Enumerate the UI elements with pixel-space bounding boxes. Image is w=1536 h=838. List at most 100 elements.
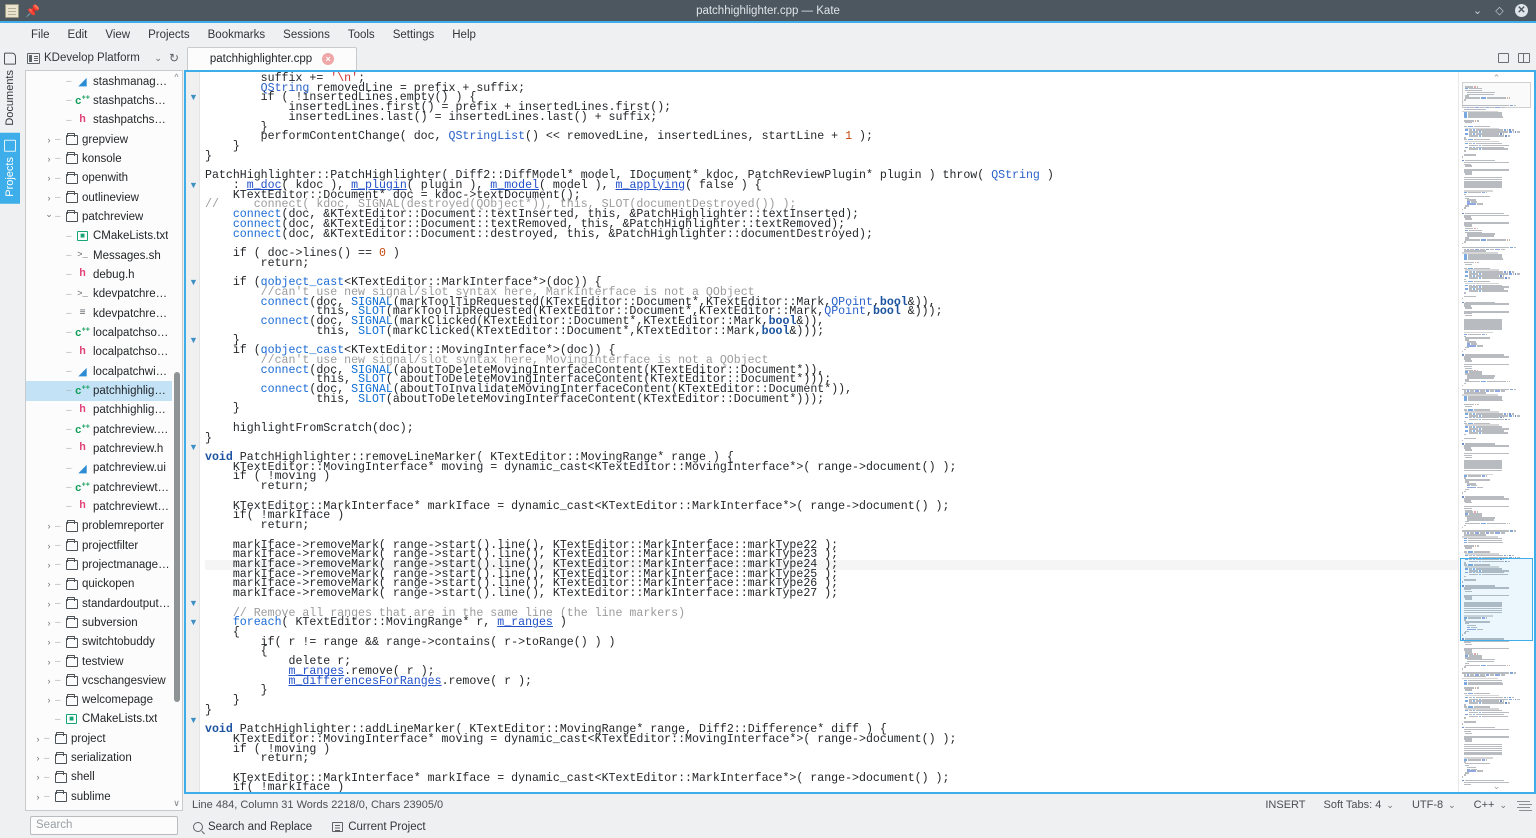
chevron-right-icon[interactable] <box>43 173 55 183</box>
close-button[interactable]: ✕ <box>1515 4 1528 17</box>
tree-item[interactable]: –standardoutput… <box>26 594 173 613</box>
insert-mode-status[interactable]: INSERT <box>1257 799 1313 811</box>
tree-item[interactable]: –subversion <box>26 613 173 632</box>
tree-item[interactable]: –quickopen <box>26 575 173 594</box>
refresh-icon[interactable]: ↻ <box>169 51 181 65</box>
document-tab[interactable]: patchhighlighter.cpp× <box>187 47 357 70</box>
chevron-right-icon[interactable] <box>43 695 55 705</box>
chevron-right-icon[interactable] <box>43 599 55 609</box>
line-ending-icon[interactable] <box>1517 800 1530 810</box>
chevron-right-icon[interactable] <box>43 560 55 570</box>
code-folding-gutter[interactable] <box>186 72 200 792</box>
tree-item[interactable]: –shell <box>26 768 173 787</box>
tree-item[interactable]: –konsole <box>26 149 173 168</box>
tab-mode-selector[interactable]: Soft Tabs: 4 ⌄ <box>1316 799 1402 811</box>
tree-item[interactable]: –project <box>26 729 173 748</box>
vtab-documents[interactable]: Documents <box>0 46 20 133</box>
fold-marker[interactable] <box>189 336 198 345</box>
project-selector[interactable]: KDevelop Platform ⌄ ↻ <box>24 46 184 70</box>
chevron-right-icon[interactable] <box>43 154 55 164</box>
vtab-projects[interactable]: Projects <box>0 133 20 204</box>
scrollbar-thumb[interactable] <box>174 372 180 702</box>
fold-marker[interactable] <box>189 93 198 102</box>
menu-sessions[interactable]: Sessions <box>274 27 339 43</box>
chevron-right-icon[interactable] <box>43 579 55 589</box>
tree-item[interactable]: –testview <box>26 652 173 671</box>
fold-marker[interactable] <box>189 443 198 452</box>
tree-item[interactable]: –welcomepage <box>26 691 173 710</box>
menu-tools[interactable]: Tools <box>339 27 384 43</box>
tree-item[interactable]: –hpatchreviewt… <box>26 497 173 516</box>
tree-item[interactable]: –≡kdevpatchre… <box>26 304 173 323</box>
split-view-icon[interactable] <box>1515 49 1533 67</box>
tree-item[interactable]: –grepview <box>26 130 173 149</box>
tree-item[interactable]: –template <box>26 806 173 810</box>
close-icon[interactable]: × <box>322 53 334 65</box>
tree-item[interactable]: –hstashpatchs… <box>26 111 173 130</box>
tree-item[interactable]: –c++stashpatchs… <box>26 91 173 110</box>
menu-bookmarks[interactable]: Bookmarks <box>199 27 275 43</box>
chevron-right-icon[interactable] <box>43 541 55 551</box>
new-window-icon[interactable] <box>1494 49 1512 67</box>
fold-marker[interactable] <box>189 278 198 287</box>
code-editor[interactable]: suffix += '\n'; QString removedLine = pr… <box>200 72 1458 792</box>
scroll-down-arrow[interactable]: ∨ <box>172 798 181 809</box>
tree-item[interactable]: –■CMakeLists.txt <box>26 227 173 246</box>
tree-item[interactable]: –c++patchhighlig… <box>26 381 173 400</box>
tree-item[interactable]: –c++patchreview.… <box>26 420 173 439</box>
tree-item[interactable]: –hdebug.h <box>26 265 173 284</box>
chevron-down-icon[interactable]: ⌄ <box>151 53 165 64</box>
chevron-down-icon[interactable] <box>43 211 55 222</box>
tree-item[interactable]: –>_kdevpatchre… <box>26 285 173 304</box>
minimap-scroll-down[interactable]: ⌄ <box>1459 780 1534 792</box>
chevron-right-icon[interactable] <box>43 657 55 667</box>
fold-marker[interactable] <box>189 618 198 627</box>
tree-item[interactable]: –openwith <box>26 169 173 188</box>
tree-item[interactable]: –■CMakeLists.txt <box>26 710 173 729</box>
tree-item[interactable]: –sublime <box>26 787 173 806</box>
project-tree[interactable]: –◢stashmanag…–c++stashpatchs…–hstashpatc… <box>26 71 173 810</box>
language-selector[interactable]: C++ ⌄ <box>1466 799 1515 811</box>
menu-edit[interactable]: Edit <box>59 27 97 43</box>
scroll-up-arrow[interactable]: ^ <box>172 72 181 83</box>
tree-item[interactable]: –hlocalpatchso… <box>26 343 173 362</box>
menu-projects[interactable]: Projects <box>139 27 199 43</box>
search-input[interactable] <box>30 816 178 835</box>
tree-item[interactable]: –hpatchhighlig… <box>26 401 173 420</box>
search-and-replace-button[interactable]: Search and Replace <box>190 820 315 834</box>
encoding-selector[interactable]: UTF-8 ⌄ <box>1404 799 1464 811</box>
menu-help[interactable]: Help <box>443 27 485 43</box>
project-tree-scrollbar[interactable]: ^ ∨ <box>172 72 181 809</box>
tree-item[interactable]: –hpatchreview.h <box>26 439 173 458</box>
tree-item[interactable]: –outlineview <box>26 188 173 207</box>
chevron-right-icon[interactable] <box>43 193 55 203</box>
chevron-right-icon[interactable] <box>43 618 55 628</box>
tree-item[interactable]: –c++localpatchso… <box>26 323 173 342</box>
chevron-right-icon[interactable] <box>32 792 44 802</box>
tree-item[interactable]: –◢patchreview.ui <box>26 459 173 478</box>
chevron-right-icon[interactable] <box>43 521 55 531</box>
chevron-right-icon[interactable] <box>32 734 44 744</box>
tree-item[interactable]: –◢localpatchwi… <box>26 362 173 381</box>
minimize-button[interactable]: ⌄ <box>1471 4 1484 18</box>
fold-marker[interactable] <box>189 599 198 608</box>
tree-item[interactable]: –c++patchreviewt… <box>26 478 173 497</box>
chevron-right-icon[interactable] <box>32 753 44 763</box>
chevron-right-icon[interactable] <box>43 637 55 647</box>
menu-file[interactable]: File <box>22 27 59 43</box>
code-minimap[interactable]: ⌃ ⌄ <box>1458 72 1534 792</box>
menu-view[interactable]: View <box>96 27 139 43</box>
maximize-button[interactable]: ◇ <box>1493 4 1506 18</box>
menu-settings[interactable]: Settings <box>384 27 444 43</box>
tree-item[interactable]: –>_Messages.sh <box>26 246 173 265</box>
tree-item[interactable]: –vcschangesview <box>26 671 173 690</box>
current-project-button[interactable]: Current Project <box>329 820 428 834</box>
fold-marker[interactable] <box>189 716 198 725</box>
tree-item[interactable]: –problemreporter <box>26 517 173 536</box>
tree-item[interactable]: –serialization <box>26 748 173 767</box>
tree-item[interactable]: –switchtobuddy <box>26 633 173 652</box>
pin-icon[interactable]: 📌 <box>25 4 39 18</box>
tree-item[interactable]: –patchreview <box>26 207 173 226</box>
fold-marker[interactable] <box>189 181 198 190</box>
chevron-right-icon[interactable] <box>32 772 44 782</box>
